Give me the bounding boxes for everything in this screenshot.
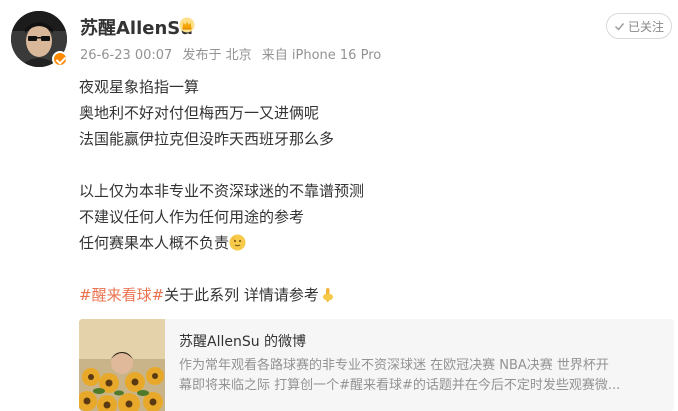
- card-description-line: 幕即将来临之际 打算创一个#醒来看球#的话题并在今后不定时发些观赛微...: [179, 378, 621, 393]
- post-line: 以上仅为本非专业不资深球迷的不靠谱预测: [79, 182, 365, 200]
- followed-button[interactable]: 已关注: [606, 13, 672, 39]
- linked-weibo-card[interactable]: 苏醒AllenSu 的微博 作为常年观看各路球赛的非专业不资深球迷 在欧冠决赛 …: [79, 319, 674, 411]
- card-description-line: 作为常年观看各路球赛的非专业不资深球迷 在欧冠决赛 NBA决赛 世界杯开: [179, 358, 609, 373]
- post-line-text: 任何赛果本人概不负责: [79, 234, 230, 252]
- verified-icon: [52, 51, 68, 67]
- post-time[interactable]: 26-6-23 00:07: [80, 48, 172, 63]
- card-title: 苏醒AllenSu 的微博: [179, 334, 307, 350]
- followed-button-label: 已关注: [627, 19, 664, 34]
- username[interactable]: 苏醒AllenSu: [80, 14, 193, 40]
- post-content: 夜观星象掐指一算 奥地利不好对付但梅西万一又进俩呢 法国能赢伊拉克但没昨天西班牙…: [79, 74, 639, 308]
- post-line: 不建议任何人作为任何用途的参考: [79, 208, 305, 226]
- salute-emoji-icon: [229, 234, 246, 251]
- crown-icon: [179, 17, 195, 33]
- post-location: 发布于 北京: [182, 48, 252, 63]
- pointing-down-hand-icon: [322, 288, 333, 303]
- post-line-text: 关于此系列 详情请参考: [164, 286, 319, 304]
- post-line: 夜观星象掐指一算: [79, 78, 200, 96]
- card-thumbnail: [79, 319, 165, 411]
- post-line: 奥地利不好对付但梅西万一又进俩呢: [79, 104, 320, 122]
- post-source: 来自 iPhone 16 Pro: [261, 48, 382, 63]
- check-icon: [614, 22, 625, 31]
- hashtag-link[interactable]: #醒来看球#: [79, 286, 164, 304]
- post-line-with-emoji: 任何赛果本人概不负责: [79, 230, 639, 256]
- card-description: 作为常年观看各路球赛的非专业不资深球迷 在欧冠决赛 NBA决赛 世界杯开 幕即将…: [179, 356, 659, 396]
- post-meta: 26-6-23 00:07 发布于 北京 来自 iPhone 16 Pro: [80, 44, 387, 63]
- post-line-hashtag: #醒来看球#关于此系列 详情请参考: [79, 282, 639, 308]
- post-line: 法国能赢伊拉克但没昨天西班牙那么多: [79, 130, 335, 148]
